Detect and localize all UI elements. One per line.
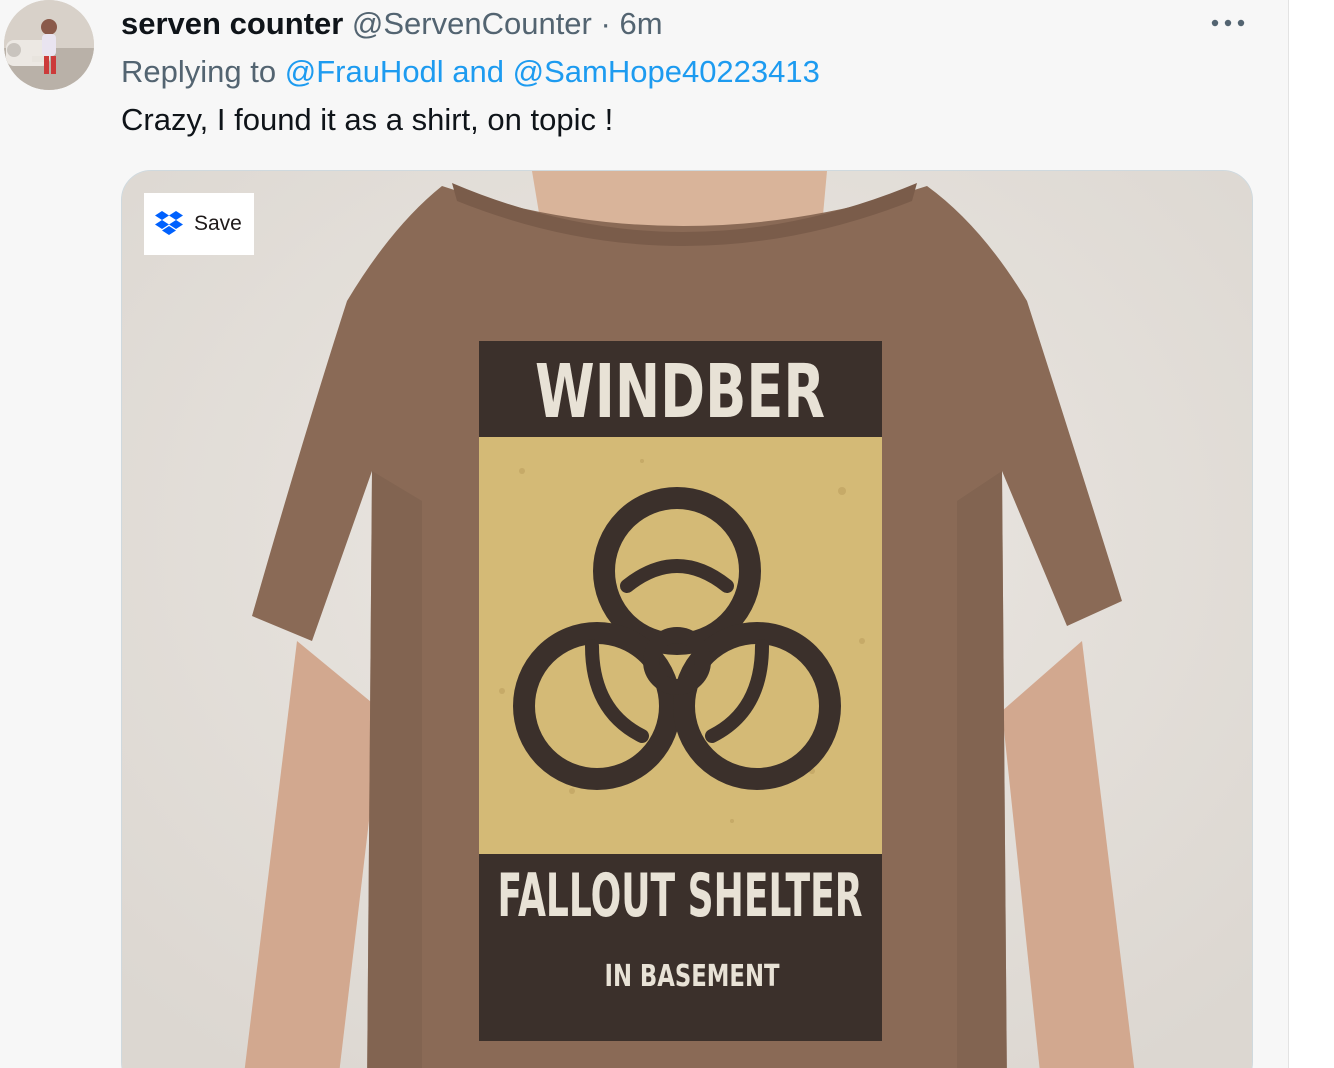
shirt-sub-text: IN BASEMENT bbox=[605, 959, 780, 994]
shirt-top-text: WINDBER bbox=[535, 349, 825, 435]
tweet-timestamp[interactable]: 6m bbox=[619, 6, 662, 41]
header-separator: · bbox=[600, 6, 611, 41]
avatar[interactable] bbox=[4, 0, 94, 90]
save-label: Save bbox=[194, 212, 242, 235]
tweet-text: Crazy, I found it as a shirt, on topic ! bbox=[121, 102, 614, 137]
shirt-main-text: FALLOUT SHELTER bbox=[498, 861, 863, 931]
replying-mentions-link[interactable]: @FrauHodl and @SamHope40223413 bbox=[285, 54, 820, 89]
dropbox-save-button[interactable]: Save bbox=[144, 193, 254, 255]
tweet-media-image[interactable]: WINDBER FALLOUT SHELTER IN BASEMENT bbox=[121, 170, 1253, 1068]
tweet-page: serven counter @ServenCounter · 6m Reply… bbox=[0, 0, 1334, 1068]
user-handle[interactable]: @ServenCounter bbox=[352, 6, 592, 41]
side-column bbox=[1289, 0, 1334, 1068]
tweet-header: serven counter @ServenCounter · 6m bbox=[121, 4, 663, 44]
ellipsis-icon bbox=[1211, 19, 1245, 27]
replying-prefix: Replying to bbox=[121, 54, 277, 89]
shirt-photo: WINDBER FALLOUT SHELTER IN BASEMENT bbox=[122, 171, 1252, 1068]
dropbox-icon bbox=[155, 211, 183, 235]
more-options-button[interactable] bbox=[1208, 8, 1248, 38]
replying-to-line: Replying to @FrauHodl and @SamHope402234… bbox=[121, 52, 820, 92]
display-name[interactable]: serven counter bbox=[121, 6, 343, 41]
avatar-image bbox=[4, 0, 94, 90]
